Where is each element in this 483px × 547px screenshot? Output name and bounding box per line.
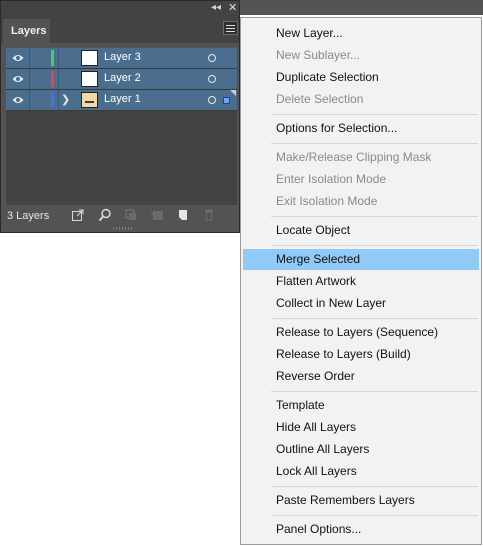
column-divider — [58, 90, 59, 110]
layer-thumbnail — [81, 71, 98, 87]
current-layer-indicator — [230, 90, 236, 96]
layer-color-indicator — [51, 50, 54, 66]
selected-art-indicator[interactable] — [223, 97, 230, 104]
menu-item-outline-all-layers[interactable]: Outline All Layers — [243, 439, 479, 460]
menu-separator — [271, 114, 478, 115]
menu-item-merge-selected[interactable]: Merge Selected — [243, 249, 479, 270]
locate-icon[interactable] — [98, 208, 112, 222]
menu-item-duplicate-selection[interactable]: Duplicate Selection — [243, 67, 479, 88]
hamburger-icon-line — [226, 31, 235, 32]
tab-layers[interactable]: Layers — [3, 19, 50, 43]
panel-footer: 3 Layers — [1, 205, 239, 227]
menu-item-delete-selection: Delete Selection — [276, 92, 364, 106]
layer-row[interactable]: Layer 2 — [6, 69, 237, 90]
layer-thumbnail — [81, 92, 98, 108]
menu-item-hide-all-layers[interactable]: Hide All Layers — [243, 417, 479, 438]
menu-item-make-release-clipping-mask: Make/Release Clipping Mask — [276, 150, 432, 164]
layers-list: Layer 3 Layer 2 ❯ Layer 1 — [6, 48, 237, 205]
eye-icon[interactable] — [12, 74, 24, 84]
eye-icon[interactable] — [12, 53, 24, 63]
menu-separator — [271, 391, 478, 392]
target-circle-icon[interactable] — [208, 96, 216, 104]
layer-name[interactable]: Layer 1 — [104, 93, 141, 105]
expand-chevron-icon[interactable]: ❯ — [61, 93, 70, 106]
new-sublayer-icon[interactable] — [150, 208, 164, 222]
panel-menu-button[interactable] — [223, 21, 238, 35]
menu-item-flatten-artwork[interactable]: Flatten Artwork — [243, 271, 479, 292]
resize-grip[interactable] — [113, 227, 133, 230]
layer-color-indicator — [51, 92, 54, 108]
column-divider — [29, 90, 30, 110]
layers-count: 3 Layers — [7, 210, 50, 222]
menu-item-paste-remembers-layers[interactable]: Paste Remembers Layers — [243, 490, 479, 511]
collapse-panel-icon[interactable]: ◂◂ — [211, 2, 221, 14]
menu-separator — [271, 245, 478, 246]
panel-title-bar: ◂◂ ✕ — [1, 1, 239, 16]
menu-separator — [271, 318, 478, 319]
menu-item-panel-options[interactable]: Panel Options... — [243, 519, 479, 540]
eye-icon[interactable] — [12, 95, 24, 105]
trash-icon[interactable] — [202, 208, 216, 222]
menu-item-exit-isolation-mode: Exit Isolation Mode — [276, 194, 378, 208]
layer-row[interactable]: Layer 3 — [6, 48, 237, 69]
new-layer-icon[interactable] — [176, 208, 190, 222]
layer-name[interactable]: Layer 2 — [104, 72, 141, 84]
panel-tab-bar: Layers — [1, 16, 239, 43]
export-icon[interactable] — [71, 208, 85, 222]
target-circle-icon[interactable] — [208, 54, 216, 62]
layer-color-indicator — [51, 71, 54, 87]
menu-separator — [271, 515, 478, 516]
column-divider — [29, 48, 30, 68]
menu-item-release-to-layers-sequence[interactable]: Release to Layers (Sequence) — [243, 322, 479, 343]
menu-separator — [271, 143, 478, 144]
layers-panel-flyout-menu: New Layer... New Sublayer... Duplicate Sel… — [240, 17, 482, 545]
layer-name[interactable]: Layer 3 — [104, 51, 141, 63]
hamburger-icon-line — [226, 28, 235, 29]
menu-item-new-sublayer: New Sublayer... — [276, 48, 361, 62]
menu-item-new-layer[interactable]: New Layer... — [243, 23, 479, 44]
menu-item-template[interactable]: Template — [243, 395, 479, 416]
menu-item-enter-isolation-mode: Enter Isolation Mode — [276, 172, 387, 186]
column-divider — [29, 69, 30, 89]
menu-separator — [271, 486, 478, 487]
column-divider — [58, 48, 59, 68]
menu-item-options-for-selection[interactable]: Options for Selection... — [243, 118, 479, 139]
menu-item-reverse-order[interactable]: Reverse Order — [243, 366, 479, 387]
menu-item-release-to-layers-build[interactable]: Release to Layers (Build) — [243, 344, 479, 365]
menu-item-collect-in-new-layer[interactable]: Collect in New Layer — [243, 293, 479, 314]
layer-thumbnail — [81, 50, 98, 66]
target-circle-icon[interactable] — [208, 75, 216, 83]
layer-row[interactable]: ❯ Layer 1 — [6, 90, 237, 111]
menu-separator — [271, 216, 478, 217]
layers-panel: ◂◂ ✕ Layers Layer 3 Layer 2 ❯ Layer 1 3 Lay… — [0, 0, 240, 233]
clipping-mask-icon[interactable] — [124, 208, 138, 222]
menu-item-lock-all-layers[interactable]: Lock All Layers — [243, 461, 479, 482]
menu-item-locate-object[interactable]: Locate Object — [243, 220, 479, 241]
column-divider — [58, 69, 59, 89]
hamburger-icon-line — [226, 25, 235, 26]
close-icon[interactable]: ✕ — [228, 1, 237, 15]
